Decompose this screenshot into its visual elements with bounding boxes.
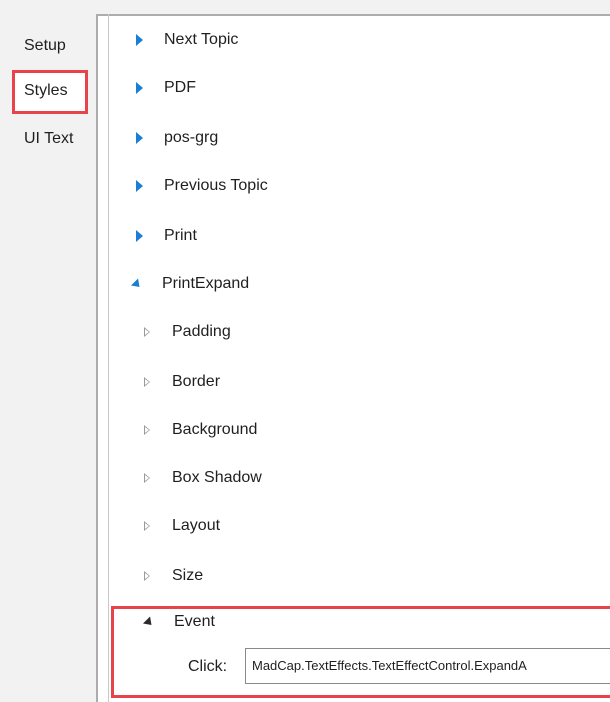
tree-item-pdf[interactable]: PDF [136,74,196,102]
expand-arrow-icon[interactable] [136,180,143,192]
tree-item-label: PrintExpand [162,275,250,292]
left-nav: Setup Styles UI Text [0,0,96,702]
expand-arrow-icon[interactable] [136,132,143,144]
property-padding[interactable]: Padding [144,318,231,346]
property-box-shadow[interactable]: Box Shadow [144,464,262,492]
expand-outline-icon[interactable] [144,521,150,531]
property-label: Layout [172,517,221,534]
expand-arrow-icon[interactable] [136,230,143,242]
tree-item-pos-grg[interactable]: pos-grg [136,124,218,152]
property-label: Padding [172,323,231,340]
tree-item-print[interactable]: Print [136,222,197,250]
tree-item-next-topic[interactable]: Next Topic [136,26,238,54]
property-border[interactable]: Border [144,368,220,396]
tree-item-label: pos-grg [164,129,219,146]
click-event-input[interactable]: MadCap.TextEffects.TextEffectControl.Exp… [245,648,610,684]
property-label: Size [172,567,204,584]
styles-editor-window: Setup Styles UI Text Next Topic PDF pos-… [0,0,610,702]
collapse-arrow-icon[interactable] [130,277,144,291]
property-label: Event [174,613,215,630]
expand-outline-icon[interactable] [144,571,150,581]
tree-item-label: PDF [164,79,196,96]
property-label: Border [172,373,221,390]
nav-item-ui-text[interactable]: UI Text [24,130,74,148]
tree-item-label: Next Topic [164,31,239,48]
property-label: Background [172,421,258,438]
tree-item-label: Previous Topic [164,177,268,194]
style-tree-panel [96,14,610,702]
click-label: Click: [188,658,228,675]
nav-item-setup[interactable]: Setup [24,37,66,55]
property-background[interactable]: Background [144,416,257,444]
collapse-arrow-icon[interactable] [142,615,156,629]
expand-outline-icon[interactable] [144,425,150,435]
expand-arrow-icon[interactable] [136,82,143,94]
expand-outline-icon[interactable] [144,377,150,387]
nav-item-styles[interactable]: Styles [12,70,88,114]
property-layout[interactable]: Layout [144,512,220,540]
expand-outline-icon[interactable] [144,327,150,337]
tree-item-previous-topic[interactable]: Previous Topic [136,172,268,200]
expand-arrow-icon[interactable] [136,34,143,46]
tree-divider [108,14,109,702]
expand-outline-icon[interactable] [144,473,150,483]
tree-item-printexpand[interactable]: PrintExpand [130,270,250,298]
tree-item-label: Print [164,227,197,244]
property-size[interactable]: Size [144,562,203,590]
property-label: Box Shadow [172,469,262,486]
property-event[interactable]: Event [142,608,215,636]
